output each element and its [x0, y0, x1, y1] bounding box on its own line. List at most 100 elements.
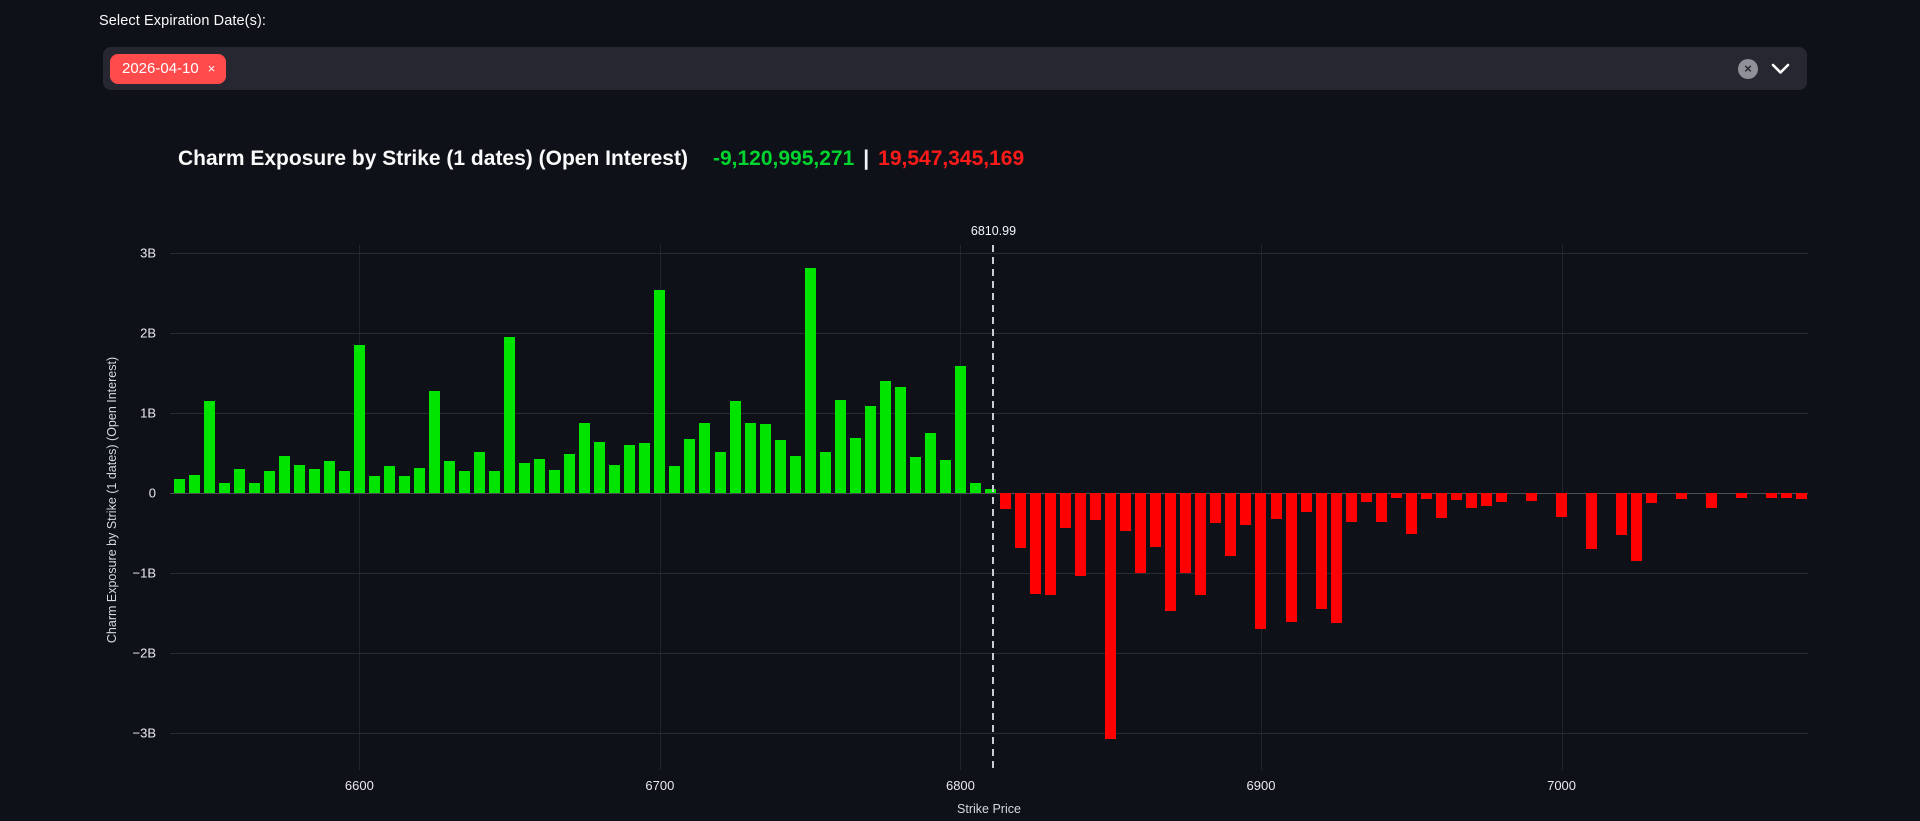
bar[interactable] [1135, 493, 1146, 573]
bar[interactable] [549, 470, 560, 493]
bar[interactable] [730, 401, 741, 493]
bar[interactable] [955, 366, 966, 493]
expiration-multiselect[interactable]: 2026-04-10 × × [103, 47, 1807, 90]
bar[interactable] [1015, 493, 1026, 548]
bar[interactable] [594, 442, 605, 493]
bar[interactable] [639, 443, 650, 493]
bar[interactable] [324, 461, 335, 493]
bar[interactable] [609, 465, 620, 493]
bar[interactable] [745, 423, 756, 493]
bar[interactable] [1210, 493, 1221, 523]
bar[interactable] [1676, 493, 1687, 499]
bar[interactable] [684, 439, 695, 493]
bar[interactable] [1195, 493, 1206, 595]
bar[interactable] [835, 400, 846, 493]
bar[interactable] [534, 459, 545, 493]
bar[interactable] [1165, 493, 1176, 611]
bar[interactable] [1586, 493, 1597, 549]
bar[interactable] [1451, 493, 1462, 500]
bar[interactable] [279, 456, 290, 493]
bar[interactable] [1060, 493, 1071, 528]
bar[interactable] [775, 440, 786, 493]
bar[interactable] [910, 457, 921, 493]
bar[interactable] [459, 471, 470, 493]
bar[interactable] [1286, 493, 1297, 622]
bar[interactable] [790, 456, 801, 493]
bar[interactable] [1271, 493, 1282, 519]
bar[interactable] [1631, 493, 1642, 561]
bar[interactable] [234, 469, 245, 493]
tag-remove-icon[interactable]: × [208, 62, 216, 75]
bar[interactable] [880, 381, 891, 493]
bar[interactable] [1240, 493, 1251, 525]
bar[interactable] [504, 337, 515, 493]
bar[interactable] [1706, 493, 1717, 508]
bar[interactable] [474, 452, 485, 493]
bar[interactable] [1316, 493, 1327, 609]
bar[interactable] [1105, 493, 1116, 739]
bar[interactable] [249, 483, 260, 493]
bar[interactable] [1030, 493, 1041, 594]
bar[interactable] [715, 452, 726, 493]
bar[interactable] [1301, 493, 1312, 512]
bar[interactable] [219, 483, 230, 493]
bar[interactable] [1436, 493, 1447, 518]
bar[interactable] [1556, 493, 1567, 517]
bar[interactable] [1225, 493, 1236, 556]
bar[interactable] [444, 461, 455, 493]
bar[interactable] [1120, 493, 1131, 531]
bar[interactable] [1766, 493, 1777, 498]
bar[interactable] [654, 290, 665, 493]
bar[interactable] [895, 387, 906, 493]
bar[interactable] [1150, 493, 1161, 547]
bar[interactable] [1481, 493, 1492, 506]
bar[interactable] [1361, 493, 1372, 502]
bar[interactable] [940, 460, 951, 493]
selected-date-tag[interactable]: 2026-04-10 × [110, 54, 226, 84]
bar[interactable] [1421, 493, 1432, 499]
bar[interactable] [669, 466, 680, 493]
bar[interactable] [1376, 493, 1387, 522]
bar[interactable] [1616, 493, 1627, 535]
bar[interactable] [925, 433, 936, 493]
bar[interactable] [384, 466, 395, 493]
bar[interactable] [414, 468, 425, 493]
bar[interactable] [1466, 493, 1477, 508]
bar[interactable] [1255, 493, 1266, 629]
bar[interactable] [1736, 493, 1747, 498]
bar[interactable] [1526, 493, 1537, 501]
bar[interactable] [189, 475, 200, 493]
bar[interactable] [1045, 493, 1056, 595]
bar[interactable] [1331, 493, 1342, 623]
bar[interactable] [369, 476, 380, 493]
bar[interactable] [1646, 493, 1657, 503]
bar[interactable] [354, 345, 365, 493]
bar[interactable] [294, 465, 305, 493]
bar[interactable] [1496, 493, 1507, 502]
bar[interactable] [1796, 493, 1807, 499]
bar[interactable] [760, 424, 771, 493]
clear-all-icon[interactable]: × [1738, 59, 1758, 79]
bar[interactable] [309, 469, 320, 493]
bar[interactable] [519, 463, 530, 493]
bar[interactable] [850, 438, 861, 493]
bar[interactable] [1406, 493, 1417, 534]
bar[interactable] [970, 483, 981, 493]
chevron-down-icon[interactable] [1771, 63, 1790, 75]
bar[interactable] [624, 445, 635, 493]
bar[interactable] [204, 401, 215, 493]
bar[interactable] [805, 268, 816, 493]
bar[interactable] [865, 406, 876, 493]
bar[interactable] [699, 423, 710, 493]
bar[interactable] [429, 391, 440, 493]
bar[interactable] [1090, 493, 1101, 520]
bar[interactable] [1781, 493, 1792, 498]
bar[interactable] [579, 423, 590, 493]
bar[interactable] [1000, 493, 1011, 509]
bar[interactable] [820, 452, 831, 493]
bar[interactable] [564, 454, 575, 493]
bar[interactable] [489, 471, 500, 493]
bar[interactable] [264, 471, 275, 493]
bar[interactable] [1075, 493, 1086, 576]
bar[interactable] [399, 476, 410, 493]
